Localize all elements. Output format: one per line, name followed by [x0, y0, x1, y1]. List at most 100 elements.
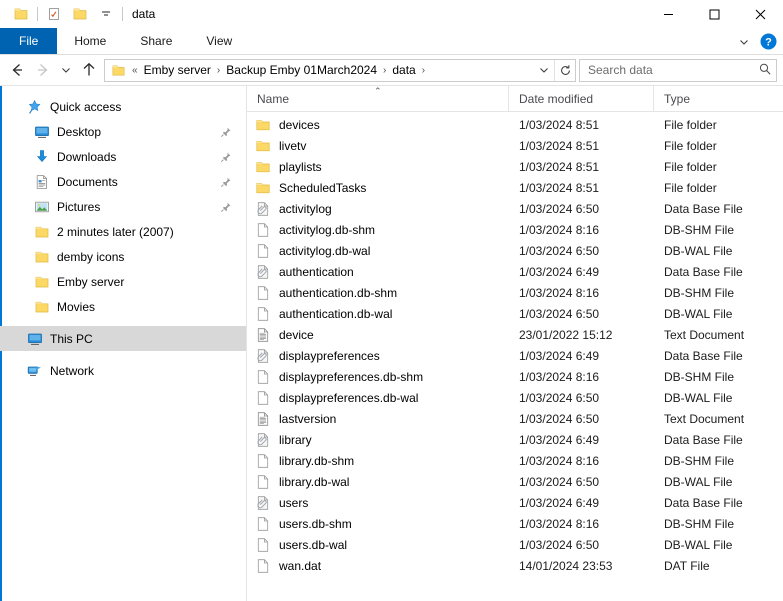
properties-icon[interactable]	[41, 3, 67, 25]
sidebar-item-this-pc[interactable]: This PC	[0, 326, 246, 351]
search-icon[interactable]	[758, 62, 772, 79]
up-button[interactable]	[76, 58, 102, 82]
sidebar-item-quick-access[interactable]: Quick access	[0, 94, 246, 119]
cell-name: users.db-shm	[247, 516, 509, 532]
search-input[interactable]	[588, 63, 758, 77]
downloads-icon	[33, 149, 50, 165]
pin-icon[interactable]	[220, 151, 232, 163]
table-row[interactable]: users.db-shm 1/03/2024 8:16 DB-SHM File	[247, 513, 783, 534]
navigation-pane: Quick access Desktop Downloads Documents…	[0, 86, 247, 601]
cell-name: ScheduledTasks	[247, 180, 509, 196]
cell-name: authentication	[247, 264, 509, 280]
file-name-label: activitylog.db-wal	[279, 243, 371, 258]
column-header-label: Type	[664, 91, 691, 106]
help-icon[interactable]: ?	[757, 31, 779, 53]
maximize-button[interactable]	[691, 0, 737, 28]
table-row[interactable]: displaypreferences 1/03/2024 6:49 Data Bas…	[247, 345, 783, 366]
sidebar-item-label: Emby server	[57, 274, 125, 289]
breadcrumb-item-data[interactable]: data	[390, 63, 417, 77]
recent-locations-button[interactable]	[56, 58, 76, 82]
table-row[interactable]: livetv 1/03/2024 8:51 File folder	[247, 135, 783, 156]
cell-date-modified: 1/03/2024 8:51	[519, 117, 600, 132]
minimize-button[interactable]	[645, 0, 691, 28]
breadcrumb-item-emby-server[interactable]: Emby server	[142, 63, 213, 77]
tab-home[interactable]: Home	[57, 28, 123, 54]
breadcrumb-overflow[interactable]: «	[128, 65, 142, 76]
table-row[interactable]: activitylog.db-wal 1/03/2024 6:50 DB-WAL F…	[247, 240, 783, 261]
table-row[interactable]: displaypreferences.db-wal 1/03/2024 6:50 D…	[247, 387, 783, 408]
table-row[interactable]: authentication.db-wal 1/03/2024 6:50 DB-WA…	[247, 303, 783, 324]
close-button[interactable]	[737, 0, 783, 28]
breadcrumb-tail	[534, 59, 575, 81]
forward-button[interactable]	[30, 58, 56, 82]
folder-icon[interactable]	[8, 3, 34, 25]
chevron-down-icon[interactable]	[93, 3, 119, 25]
sidebar-item-label: Movies	[57, 299, 96, 314]
sidebar-item-2-minutes-later[interactable]: 2 minutes later (2007)	[0, 219, 246, 244]
column-headers: Name ⌃ Date modified Type	[247, 86, 783, 112]
table-row[interactable]: ScheduledTasks 1/03/2024 8:51 File folder	[247, 177, 783, 198]
table-row[interactable]: library.db-shm 1/03/2024 8:16 DB-SHM File	[247, 450, 783, 471]
toolbar-divider-1	[37, 7, 38, 21]
cell-date-modified: 1/03/2024 6:50	[519, 306, 600, 321]
pin-icon[interactable]	[220, 201, 232, 213]
tab-file[interactable]: File	[0, 28, 58, 54]
table-row[interactable]: users 1/03/2024 6:49 Data Base File	[247, 492, 783, 513]
table-row[interactable]: displaypreferences.db-shm 1/03/2024 8:16 D…	[247, 366, 783, 387]
table-row[interactable]: library.db-wal 1/03/2024 6:50 DB-WAL File	[247, 471, 783, 492]
cell-type: Text Document	[664, 327, 745, 342]
file-name-label: displaypreferences.db-wal	[279, 390, 419, 405]
table-row[interactable]: lastversion 1/03/2024 6:50 Text Document	[247, 408, 783, 429]
desktop-icon	[33, 124, 50, 140]
search-box[interactable]	[579, 58, 777, 82]
blank-file-icon	[255, 243, 271, 259]
cell-type: File folder	[664, 117, 717, 132]
chevron-down-icon[interactable]	[534, 60, 554, 81]
table-row[interactable]: wan.dat 14/01/2024 23:53 DAT File	[247, 555, 783, 576]
table-row[interactable]: devices 1/03/2024 8:51 File folder	[247, 114, 783, 135]
sidebar-item-downloads[interactable]: Downloads	[0, 144, 246, 169]
breadcrumb-separator[interactable]: ›	[418, 65, 429, 76]
breadcrumb[interactable]: « Emby server › Backup Emby 01March2024 …	[104, 58, 576, 82]
breadcrumb-item-backup-emby[interactable]: Backup Emby 01March2024	[224, 63, 379, 77]
cell-name: activitylog.db-shm	[247, 222, 509, 238]
tab-share[interactable]: Share	[123, 28, 189, 54]
file-name-label: users	[279, 495, 309, 510]
cell-type: Data Base File	[664, 495, 743, 510]
column-header-name[interactable]: Name ⌃	[247, 86, 509, 111]
column-header-date-modified[interactable]: Date modified	[509, 86, 654, 111]
sidebar-item-movies[interactable]: Movies	[0, 294, 246, 319]
refresh-icon[interactable]	[555, 60, 575, 81]
sidebar-item-pictures[interactable]: Pictures	[0, 194, 246, 219]
sidebar-item-label: Quick access	[50, 99, 122, 114]
cell-type: DB-SHM File	[664, 369, 735, 384]
cell-type: DB-WAL File	[664, 537, 733, 552]
file-name-label: livetv	[279, 138, 307, 153]
sidebar-item-desktop[interactable]: Desktop	[0, 119, 246, 144]
breadcrumb-separator[interactable]: ›	[213, 65, 224, 76]
chevron-down-icon[interactable]	[733, 31, 755, 53]
table-row[interactable]: device 23/01/2022 15:12 Text Document	[247, 324, 783, 345]
tab-view[interactable]: View	[189, 28, 249, 54]
table-row[interactable]: activitylog 1/03/2024 6:50 Data Base File	[247, 198, 783, 219]
sidebar-item-emby-server[interactable]: Emby server	[0, 269, 246, 294]
back-button[interactable]	[4, 58, 30, 82]
new-folder-icon[interactable]	[67, 3, 93, 25]
blank-file-icon	[255, 369, 271, 385]
sidebar-item-network[interactable]: Network	[0, 358, 246, 383]
table-row[interactable]: authentication.db-shm 1/03/2024 8:16 DB-SH…	[247, 282, 783, 303]
breadcrumb-separator[interactable]: ›	[379, 65, 390, 76]
sidebar-item-demby-icons[interactable]: demby icons	[0, 244, 246, 269]
table-row[interactable]: authentication 1/03/2024 6:49 Data Base Fi…	[247, 261, 783, 282]
folder-icon	[33, 224, 50, 240]
sidebar-item-documents[interactable]: Documents	[0, 169, 246, 194]
table-row[interactable]: library 1/03/2024 6:49 Data Base File	[247, 429, 783, 450]
table-row[interactable]: users.db-wal 1/03/2024 6:50 DB-WAL File	[247, 534, 783, 555]
table-row[interactable]: activitylog.db-shm 1/03/2024 8:16 DB-SHM F…	[247, 219, 783, 240]
column-header-type[interactable]: Type	[654, 86, 783, 111]
cell-name: lastversion	[247, 411, 509, 427]
pin-icon[interactable]	[220, 176, 232, 188]
table-row[interactable]: playlists 1/03/2024 8:51 File folder	[247, 156, 783, 177]
pin-icon[interactable]	[220, 126, 232, 138]
